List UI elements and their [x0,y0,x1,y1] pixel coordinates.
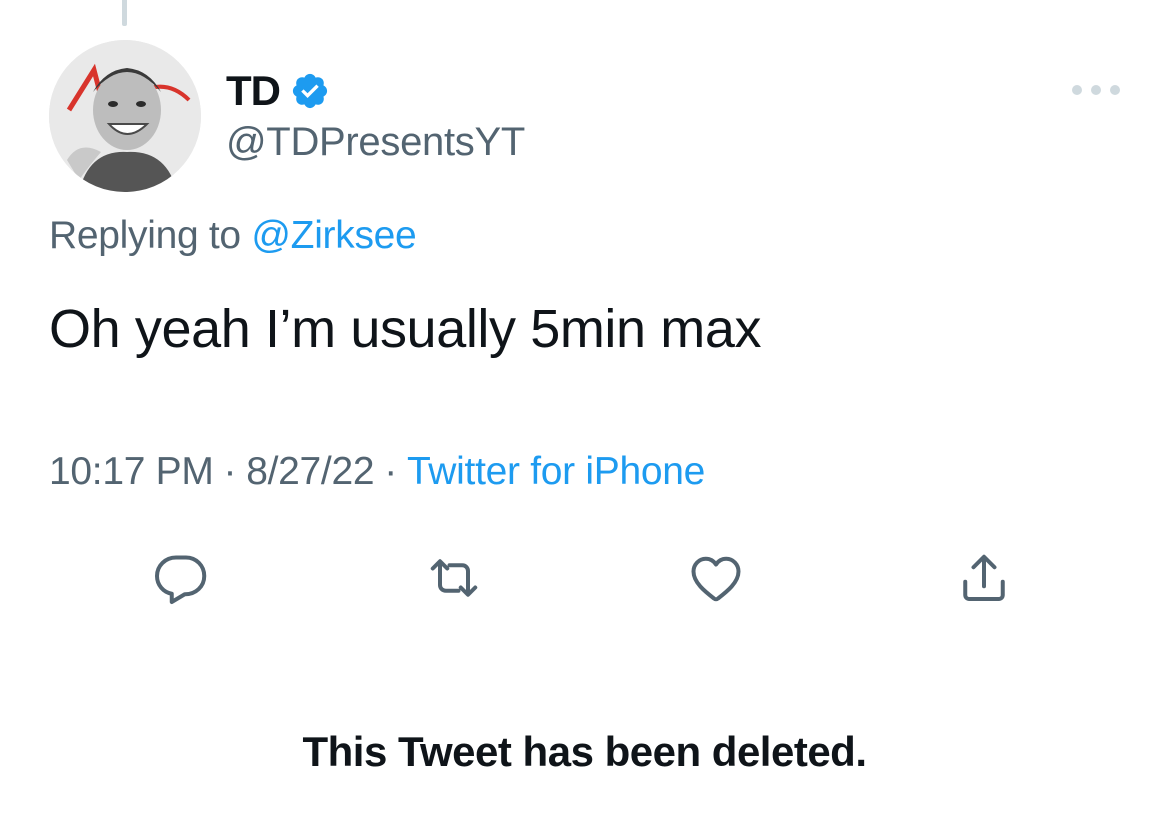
thread-connector-line [122,0,127,26]
dot [1091,85,1101,95]
like-button[interactable] [686,548,746,608]
replying-to-prefix: Replying to [49,214,241,257]
tweet-source-link[interactable]: Twitter for iPhone [407,450,705,493]
more-options-icon[interactable] [1072,80,1120,100]
dot [1110,85,1120,95]
meta-separator: · [384,450,397,493]
retweet-icon [430,559,478,597]
tweet-metadata: 10:17 PM · 8/27/22 · Twitter for iPhone [49,450,705,494]
replying-to-line: Replying to @Zirksee [49,214,417,258]
tweet-date[interactable]: 8/27/22 [246,450,374,493]
reply-mention-link[interactable]: @Zirksee [251,214,416,257]
avatar-photo [49,40,201,192]
dot [1072,85,1082,95]
reply-bubble-icon [155,555,207,604]
author-name-row[interactable]: TD [226,66,330,116]
reply-button[interactable] [151,548,211,608]
heart-icon [691,556,741,602]
tweet-text: Oh yeah I’m usually 5min max [49,299,762,359]
retweet-button[interactable] [424,548,484,608]
meta-separator: · [223,450,237,493]
share-button[interactable] [954,548,1014,608]
deleted-tweet-notice: This Tweet has been deleted. [302,728,867,775]
author-handle[interactable]: @TDPresentsYT [226,120,525,165]
tweet-time[interactable]: 10:17 PM [49,450,214,493]
share-icon [963,554,1005,601]
verified-badge-icon [292,73,328,109]
avatar[interactable] [49,40,201,192]
author-display-name[interactable]: TD [226,67,281,115]
